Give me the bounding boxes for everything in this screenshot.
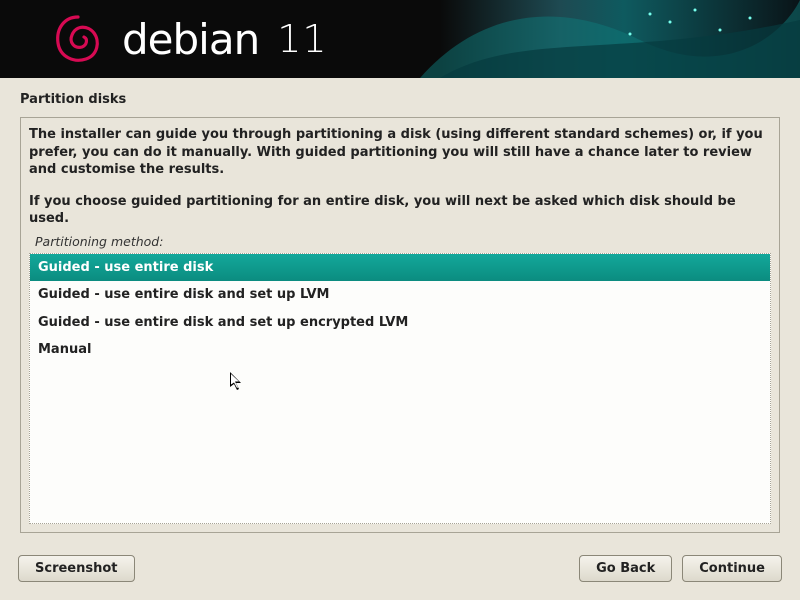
main-panel: The installer can guide you through part… (20, 117, 780, 533)
continue-button[interactable]: Continue (682, 555, 782, 582)
brand-version: 11 (277, 17, 327, 61)
partitioning-options-list: Guided - use entire disk Guided - use en… (29, 253, 771, 524)
brand-name: debian (122, 15, 259, 64)
go-back-button[interactable]: Go Back (579, 555, 672, 582)
help-text-primary: The installer can guide you through part… (29, 126, 771, 179)
partitioning-method-label: Partitioning method: (29, 234, 771, 249)
help-text-secondary: If you choose guided partitioning for an… (29, 193, 771, 228)
page-title: Partition disks (0, 78, 800, 117)
installer-banner: debian 11 (0, 0, 800, 78)
debian-swirl-icon (50, 11, 106, 67)
screenshot-button[interactable]: Screenshot (18, 555, 135, 582)
option-guided-entire-disk[interactable]: Guided - use entire disk (30, 254, 770, 282)
option-manual[interactable]: Manual (30, 336, 770, 364)
banner-decoration (420, 0, 800, 78)
option-guided-lvm[interactable]: Guided - use entire disk and set up LVM (30, 281, 770, 309)
option-guided-encrypted-lvm[interactable]: Guided - use entire disk and set up encr… (30, 309, 770, 337)
footer-buttons: Screenshot Go Back Continue (18, 555, 782, 582)
